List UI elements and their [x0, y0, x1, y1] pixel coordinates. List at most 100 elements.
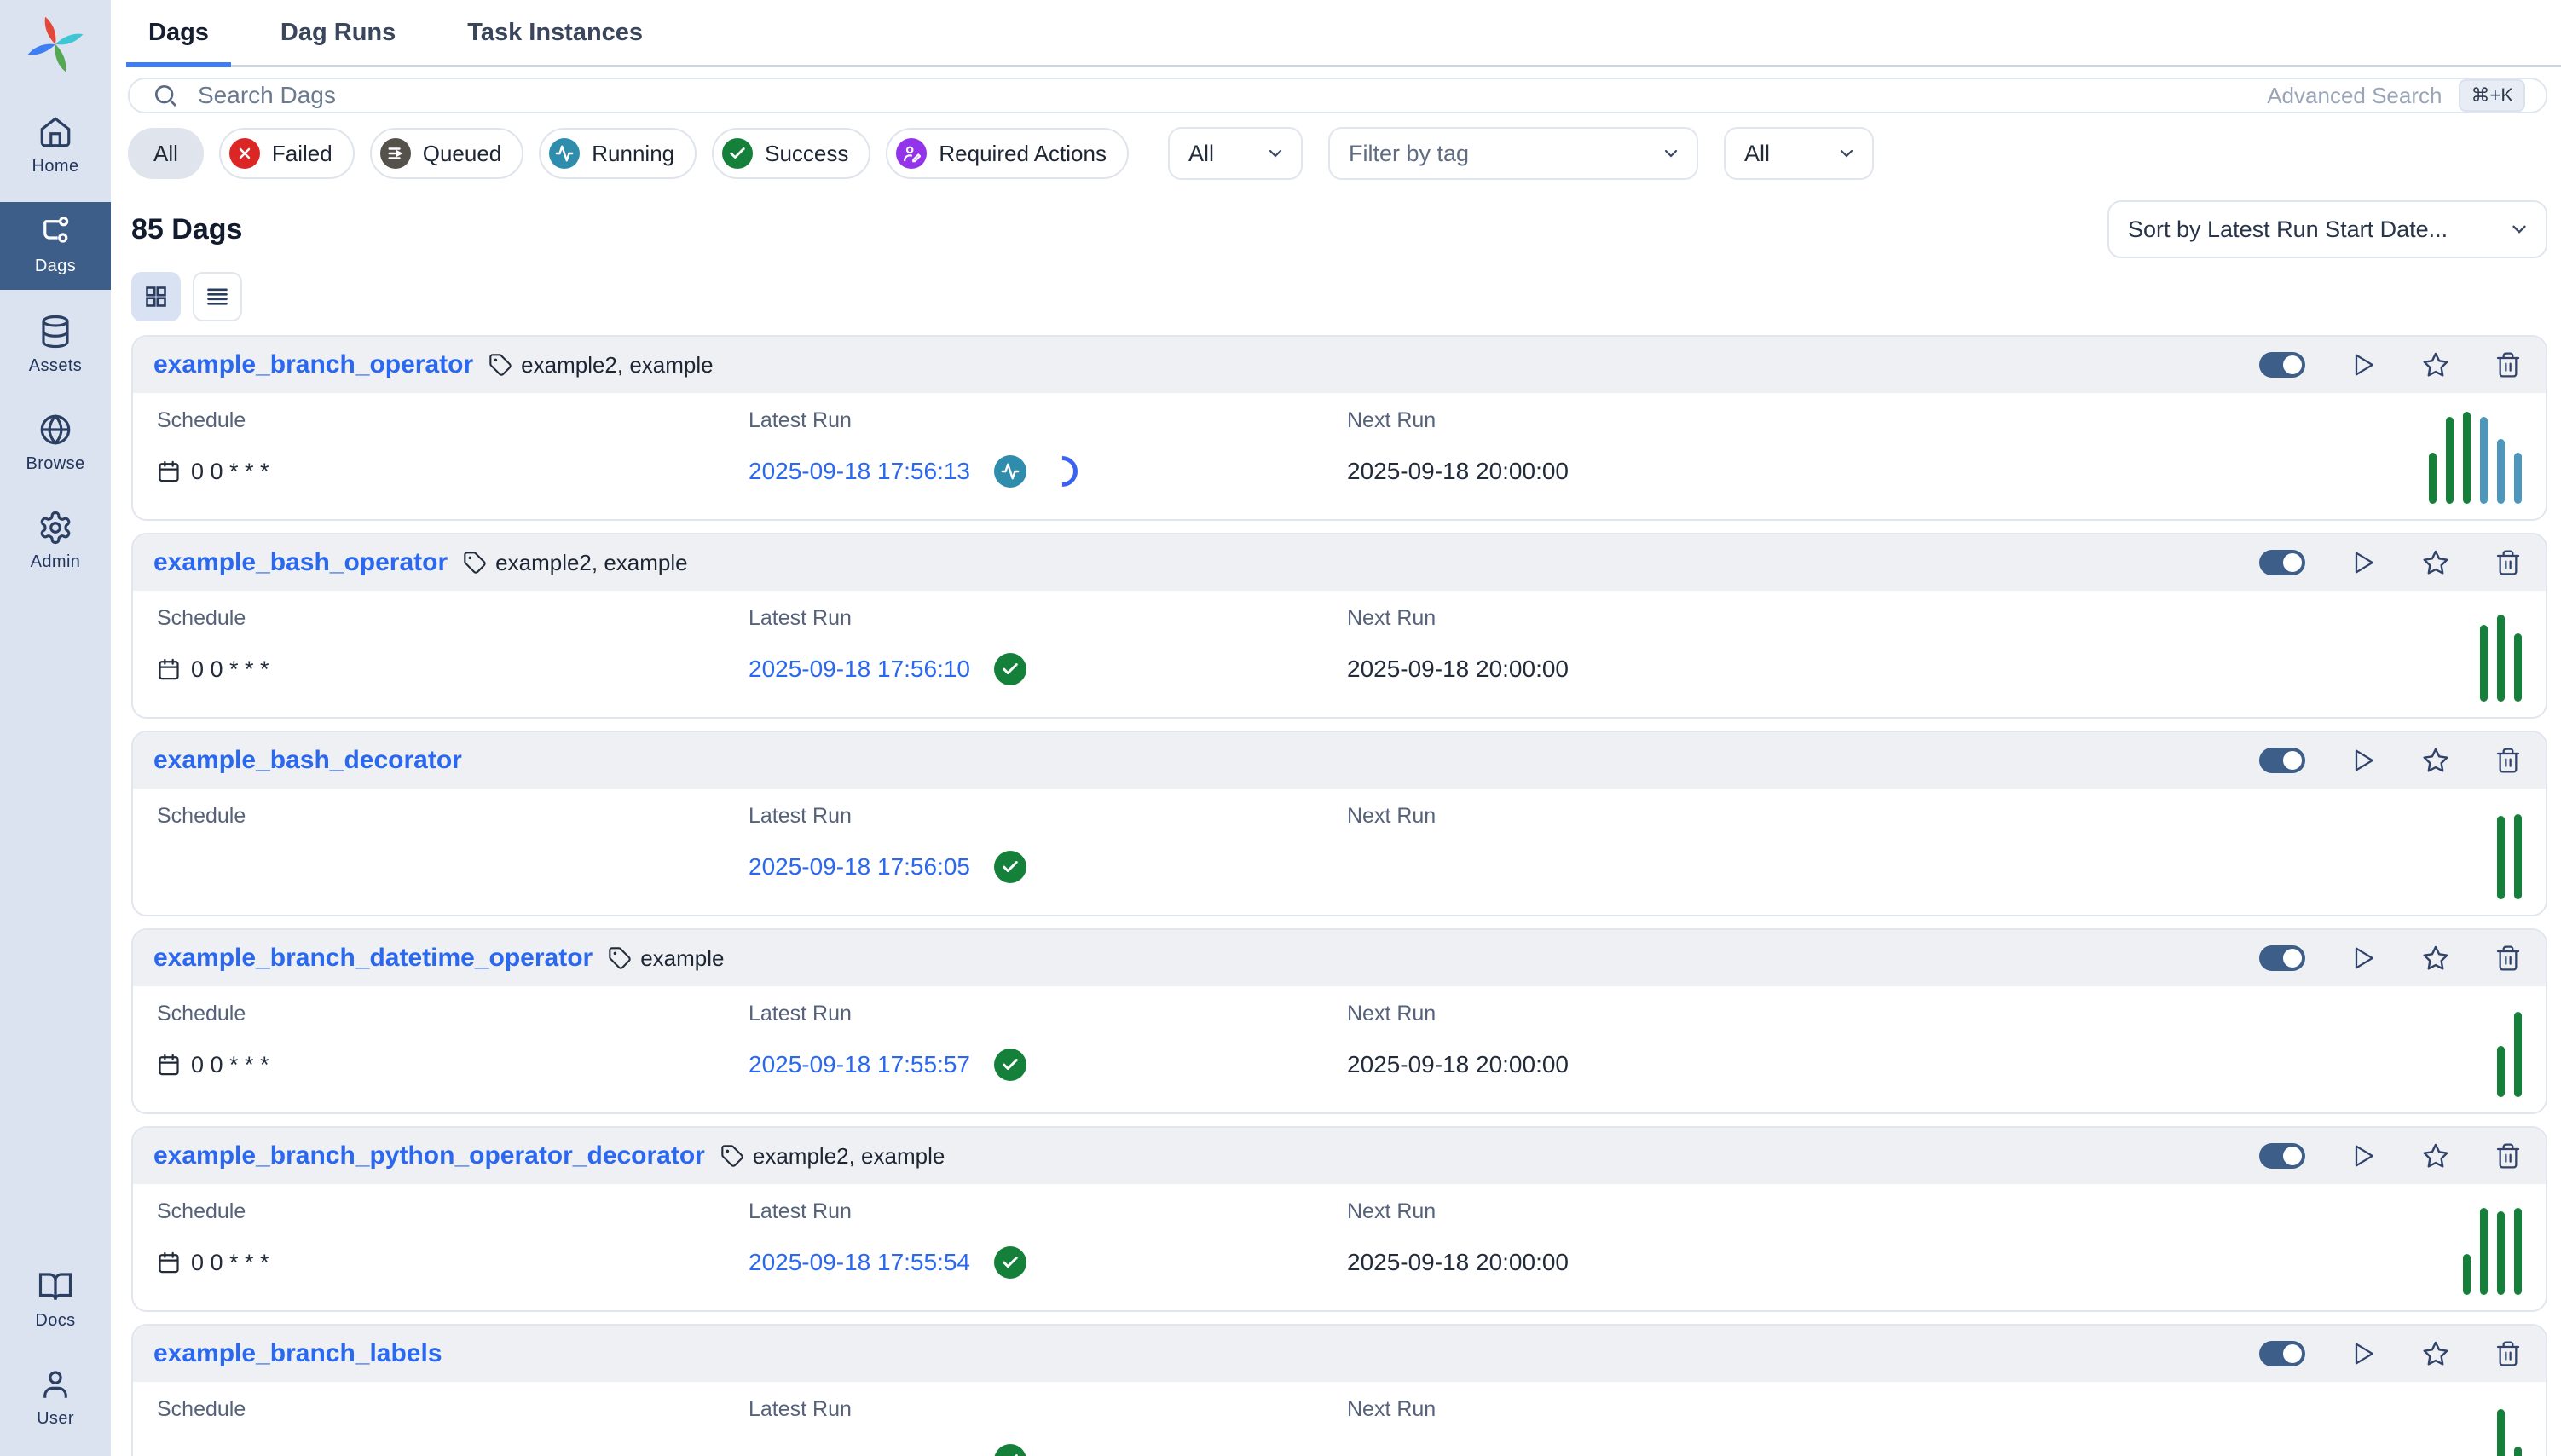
dag-pause-toggle[interactable]	[2259, 945, 2305, 971]
dag-name-link[interactable]: example_bash_operator	[153, 548, 448, 577]
filter-pill-success[interactable]: Success	[712, 128, 870, 179]
running-icon	[549, 138, 580, 169]
latest-run-link[interactable]: 2025-09-18 17:55:54	[749, 1249, 984, 1276]
search-input[interactable]	[194, 80, 2267, 111]
tab-task-instances[interactable]: Task Instances	[445, 14, 665, 67]
filter-pill-running[interactable]: Running	[539, 128, 697, 179]
run-bar[interactable]	[2514, 1447, 2522, 1456]
list-view-button[interactable]	[193, 272, 242, 321]
run-bar[interactable]	[2463, 412, 2471, 504]
dag-name-link[interactable]: example_bash_decorator	[153, 746, 462, 775]
airflow-pinwheel-icon	[26, 15, 84, 73]
toggle-knob	[2283, 949, 2302, 968]
delete-trash-icon[interactable]	[2495, 945, 2522, 972]
favorite-star-icon[interactable]	[2421, 350, 2450, 379]
sidebar-item-label: Dags	[35, 257, 76, 276]
filter-pill-required-actions[interactable]: Required Actions	[886, 128, 1129, 179]
admin-icon	[38, 510, 73, 546]
dag-pause-toggle[interactable]	[2259, 1143, 2305, 1169]
run-bar[interactable]	[2514, 814, 2522, 899]
filter-pill-queued[interactable]: Queued	[370, 128, 524, 179]
list-view-icon	[205, 285, 229, 309]
check-icon	[1001, 1055, 1020, 1074]
run-bar[interactable]	[2463, 1254, 2471, 1295]
favorite-star-icon[interactable]	[2421, 1339, 2450, 1368]
schedule-label: Schedule	[157, 1002, 749, 1026]
dag-name-link[interactable]: example_branch_operator	[153, 350, 473, 379]
sidebar-item-admin[interactable]: Admin	[0, 498, 111, 586]
run-bar[interactable]	[2446, 417, 2454, 504]
trigger-dag-play-icon[interactable]	[2350, 1142, 2377, 1170]
run-bar[interactable]	[2497, 1046, 2505, 1097]
airflow-logo[interactable]	[0, 0, 111, 97]
run-bar[interactable]	[2497, 439, 2505, 504]
sidebar-item-docs[interactable]: Docs	[0, 1257, 111, 1344]
latest-run-link[interactable]: 2025-09-18 17:55:57	[749, 1051, 984, 1078]
filter-select-1[interactable]: All	[1168, 127, 1303, 180]
run-bar[interactable]	[2480, 1208, 2488, 1295]
delete-trash-icon[interactable]	[2495, 351, 2522, 378]
recent-runs-chart[interactable]	[2480, 608, 2522, 702]
favorite-star-icon[interactable]	[2421, 548, 2450, 577]
recent-runs-chart[interactable]	[2497, 1003, 2522, 1097]
recent-runs-chart[interactable]	[2429, 410, 2522, 504]
latest-run-link[interactable]: 2025-09-18 17:56:10	[749, 656, 984, 683]
favorite-star-icon[interactable]	[2421, 944, 2450, 973]
trigger-dag-play-icon[interactable]	[2350, 945, 2377, 972]
delete-trash-icon[interactable]	[2495, 549, 2522, 576]
grid-view-button[interactable]	[131, 272, 181, 321]
tab-dag-runs[interactable]: Dag Runs	[258, 14, 418, 67]
run-bar[interactable]	[2497, 615, 2505, 702]
favorite-star-icon[interactable]	[2421, 746, 2450, 775]
sidebar-item-home[interactable]: Home	[0, 102, 111, 190]
dag-pause-toggle[interactable]	[2259, 748, 2305, 773]
dag-name-link[interactable]: example_branch_python_operator_decorator	[153, 1141, 705, 1170]
filter-pill-all[interactable]: All	[128, 128, 204, 179]
dag-pause-toggle[interactable]	[2259, 352, 2305, 378]
dag-pause-toggle[interactable]	[2259, 550, 2305, 575]
check-icon	[1001, 1451, 1020, 1456]
delete-trash-icon[interactable]	[2495, 1142, 2522, 1170]
sort-select[interactable]: Sort by Latest Run Start Date...	[2107, 200, 2547, 258]
trigger-dag-play-icon[interactable]	[2350, 1340, 2377, 1367]
dag-pause-toggle[interactable]	[2259, 1341, 2305, 1366]
sidebar-item-assets[interactable]: Assets	[0, 302, 111, 390]
recent-runs-chart[interactable]	[2497, 1399, 2522, 1456]
dag-name-link[interactable]: example_branch_datetime_operator	[153, 944, 593, 973]
run-bar[interactable]	[2480, 417, 2488, 504]
sidebar-item-browse[interactable]: Browse	[0, 400, 111, 488]
run-bar[interactable]	[2429, 453, 2437, 504]
sidebar-item-user[interactable]: User	[0, 1355, 111, 1442]
run-bar[interactable]	[2497, 1409, 2505, 1456]
run-bar[interactable]	[2480, 625, 2488, 702]
sidebar-item-dags[interactable]: Dags	[0, 202, 111, 290]
airflow-app: Home Dags Assets Browse	[0, 0, 2561, 1456]
next-run-value	[1347, 1444, 2522, 1456]
run-bar[interactable]	[2514, 1012, 2522, 1097]
delete-trash-icon[interactable]	[2495, 747, 2522, 774]
schedule-label: Schedule	[157, 606, 749, 631]
dag-name-link[interactable]: example_branch_labels	[153, 1339, 442, 1368]
recent-runs-chart[interactable]	[2497, 806, 2522, 899]
filter-by-tag-select[interactable]: Filter by tag	[1328, 127, 1698, 180]
filter-pill-failed[interactable]: Failed	[219, 128, 355, 179]
advanced-search-link[interactable]: Advanced Search	[2267, 83, 2442, 109]
trigger-dag-play-icon[interactable]	[2350, 747, 2377, 774]
favorite-star-icon[interactable]	[2421, 1141, 2450, 1170]
run-bar[interactable]	[2514, 1208, 2522, 1295]
latest-run-link[interactable]: 2025-09-18 17:56:05	[749, 853, 984, 881]
delete-trash-icon[interactable]	[2495, 1340, 2522, 1367]
run-bar[interactable]	[2514, 633, 2522, 702]
dag-actions	[2259, 944, 2522, 973]
filter-select-2[interactable]: All	[1724, 127, 1874, 180]
run-bar[interactable]	[2497, 1211, 2505, 1295]
run-status-badge	[994, 1246, 1026, 1279]
latest-run-link[interactable]: 2025-09-18 17:56:13	[749, 458, 984, 485]
trigger-dag-play-icon[interactable]	[2350, 549, 2377, 576]
run-bar[interactable]	[2514, 453, 2522, 504]
main-content: Dags Dag Runs Task Instances Advanced Se…	[111, 0, 2561, 1456]
tab-dags[interactable]: Dags	[126, 14, 231, 67]
run-bar[interactable]	[2497, 816, 2505, 899]
trigger-dag-play-icon[interactable]	[2350, 351, 2377, 378]
recent-runs-chart[interactable]	[2463, 1201, 2522, 1295]
